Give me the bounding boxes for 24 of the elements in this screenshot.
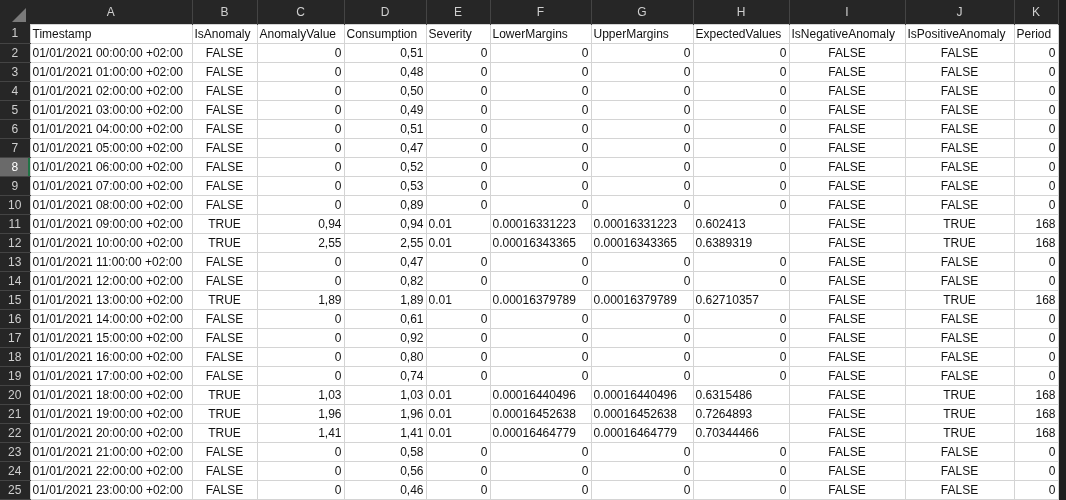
column-header[interactable]: D: [344, 0, 426, 24]
column-header[interactable]: I: [789, 0, 905, 24]
header-cell: IsNegativeAnomaly: [789, 24, 905, 43]
header-cell: ExpectedValues: [693, 24, 789, 43]
header-cell: Consumption: [344, 24, 426, 43]
column-header[interactable]: C: [257, 0, 344, 24]
header-cell: Period: [1014, 24, 1058, 43]
select-all-icon[interactable]: [12, 8, 26, 22]
header-cell: LowerMargins: [490, 24, 591, 43]
header-cell: IsPositiveAnomaly: [905, 24, 1014, 43]
header-cell: AnomalyValue: [257, 24, 344, 43]
header-cell: Timestamp: [30, 24, 192, 43]
column-header[interactable]: H: [693, 0, 789, 24]
column-header[interactable]: A: [30, 0, 192, 24]
header-cell: Severity: [426, 24, 490, 43]
row-header[interactable]: 1: [0, 24, 30, 43]
header-cell: UpperMargins: [591, 24, 693, 43]
column-header[interactable]: G: [591, 0, 693, 24]
column-header[interactable]: E: [426, 0, 490, 24]
column-header[interactable]: F: [490, 0, 591, 24]
column-header[interactable]: J: [905, 0, 1014, 24]
header-cell: IsAnomaly: [192, 24, 257, 43]
column-header[interactable]: B: [192, 0, 257, 24]
column-header[interactable]: K: [1014, 0, 1058, 24]
